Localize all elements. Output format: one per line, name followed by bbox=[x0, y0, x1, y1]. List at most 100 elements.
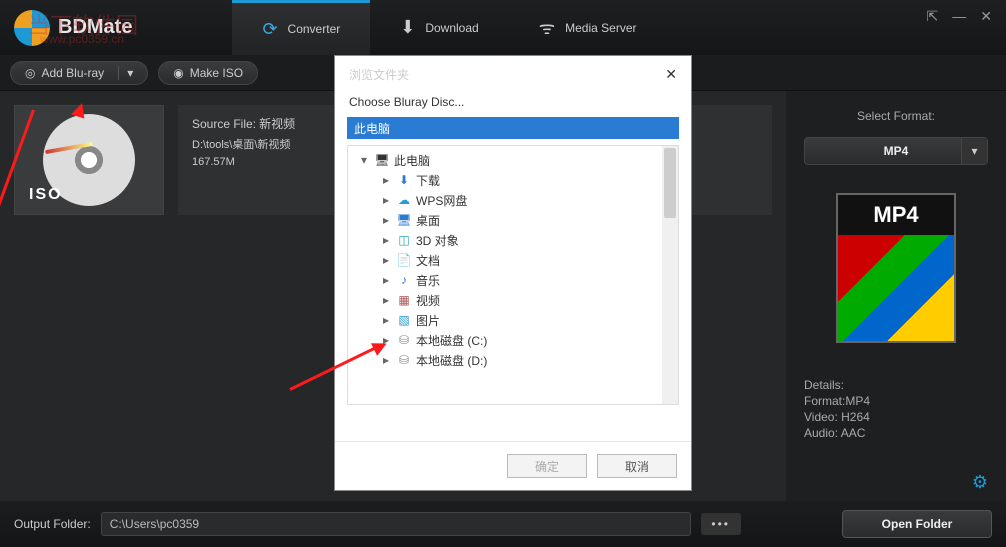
expand-icon[interactable]: ▸ bbox=[380, 273, 392, 287]
tab-converter[interactable]: ⟳ Converter bbox=[232, 0, 370, 55]
iso-icon: ◉ bbox=[173, 66, 183, 80]
dialog-close-icon[interactable]: ✕ bbox=[665, 66, 677, 83]
folder-tree[interactable]: ▾🖥此电脑▸⬇下载▸☁WPS网盘▸🖥桌面▸◫3D 对象▸📄文档▸♪音乐▸▦视频▸… bbox=[347, 145, 679, 405]
tree-node-label: WPS网盘 bbox=[416, 192, 467, 209]
folder-icon: ◫ bbox=[396, 232, 412, 248]
expand-icon[interactable]: ▸ bbox=[380, 333, 392, 347]
browse-button[interactable]: ••• bbox=[701, 513, 741, 535]
tree-node[interactable]: ▸ ⬇下载 bbox=[350, 170, 676, 190]
output-folder-label: Output Folder: bbox=[14, 517, 91, 531]
make-iso-button[interactable]: ◉ Make ISO bbox=[158, 61, 258, 85]
tree-node[interactable]: ▸ ⛁本地磁盘 (C:) bbox=[350, 330, 676, 350]
format-details: Details: Format:MP4 Video: H264 Audio: A… bbox=[804, 377, 870, 441]
output-folder-input[interactable] bbox=[101, 512, 691, 536]
logo-icon bbox=[14, 10, 50, 46]
folder-icon: ⛁ bbox=[396, 332, 412, 348]
add-bluray-button[interactable]: ◎ Add Blu-ray ▾ bbox=[10, 61, 148, 85]
tree-node[interactable]: ▸ ♪音乐 bbox=[350, 270, 676, 290]
wifi-icon: ᯤ bbox=[539, 16, 555, 40]
dialog-path-input[interactable] bbox=[347, 117, 679, 139]
expand-icon[interactable]: ▸ bbox=[380, 353, 392, 367]
expand-icon[interactable]: ▾ bbox=[358, 153, 370, 167]
tree-node[interactable]: ▸ ▧图片 bbox=[350, 310, 676, 330]
tree-node-label: 桌面 bbox=[416, 212, 440, 229]
dialog-title: 浏览文件夹 bbox=[349, 66, 409, 83]
popout-icon[interactable]: ⇱ bbox=[927, 8, 939, 25]
refresh-icon: ⟳ bbox=[262, 19, 277, 40]
tab-download[interactable]: ⬇ Download bbox=[370, 0, 508, 55]
tree-node[interactable]: ▸ ⛁本地磁盘 (D:) bbox=[350, 350, 676, 370]
expand-icon[interactable]: ▸ bbox=[380, 173, 392, 187]
footer-bar: Output Folder: ••• Open Folder bbox=[0, 501, 1006, 547]
folder-icon: ☁ bbox=[396, 192, 412, 208]
details-format: Format:MP4 bbox=[804, 393, 870, 409]
folder-icon: ⬇ bbox=[396, 172, 412, 188]
tree-node[interactable]: ▸ ▦视频 bbox=[350, 290, 676, 310]
expand-icon[interactable]: ▸ bbox=[380, 253, 392, 267]
expand-icon[interactable]: ▸ bbox=[380, 293, 392, 307]
close-icon[interactable]: ✕ bbox=[980, 8, 992, 25]
window-controls: ⇱ — ✕ bbox=[927, 8, 992, 25]
tree-node[interactable]: ▸ 🖥桌面 bbox=[350, 210, 676, 230]
tree-node[interactable]: ▾ 🖥此电脑 bbox=[350, 150, 676, 170]
source-thumbnail[interactable]: ISO bbox=[14, 105, 164, 215]
folder-icon: ⛁ bbox=[396, 352, 412, 368]
dialog-ok-button[interactable]: 确定 bbox=[507, 454, 587, 478]
format-sidebar: Select Format: MP4 ▾ MP4 Details: Format… bbox=[786, 91, 1006, 501]
chevron-down-icon: ▾ bbox=[961, 138, 987, 164]
tree-node-label: 此电脑 bbox=[394, 152, 430, 169]
format-dropdown[interactable]: MP4 ▾ bbox=[804, 137, 988, 165]
folder-icon: ♪ bbox=[396, 272, 412, 288]
expand-icon[interactable]: ▸ bbox=[380, 193, 392, 207]
expand-icon[interactable]: ▸ bbox=[380, 313, 392, 327]
minimize-icon[interactable]: — bbox=[952, 8, 966, 25]
details-title: Details: bbox=[804, 377, 870, 393]
format-preview: MP4 bbox=[836, 193, 956, 343]
scrollbar-track[interactable] bbox=[662, 146, 678, 404]
folder-icon: 🖥 bbox=[374, 152, 390, 168]
expand-icon[interactable]: ▸ bbox=[380, 213, 392, 227]
format-preview-image bbox=[838, 235, 954, 341]
tree-node-label: 3D 对象 bbox=[416, 232, 459, 249]
button-label: Add Blu-ray bbox=[41, 66, 104, 80]
folder-icon: 📄 bbox=[396, 252, 412, 268]
app-title: BDMate bbox=[58, 16, 132, 39]
select-format-label: Select Format: bbox=[857, 109, 935, 123]
tree-node-label: 图片 bbox=[416, 312, 440, 329]
folder-icon: ▦ bbox=[396, 292, 412, 308]
expand-icon[interactable]: ▸ bbox=[380, 233, 392, 247]
tree-node-label: 文档 bbox=[416, 252, 440, 269]
main-tabs: ⟳ Converter ⬇ Download ᯤ Media Server bbox=[232, 0, 666, 55]
scrollbar-thumb[interactable] bbox=[664, 148, 676, 218]
folder-icon: 🖥 bbox=[396, 212, 412, 228]
iso-badge: ISO bbox=[29, 186, 63, 204]
disc-icon: ◎ bbox=[25, 66, 35, 80]
browse-folder-dialog: 浏览文件夹 ✕ Choose Bluray Disc... ▾🖥此电脑▸⬇下载▸… bbox=[334, 55, 692, 491]
folder-icon: ▧ bbox=[396, 312, 412, 328]
dialog-cancel-button[interactable]: 取消 bbox=[597, 454, 677, 478]
tab-label: Media Server bbox=[565, 21, 636, 35]
tab-label: Download bbox=[425, 21, 478, 35]
tree-node-label: 视频 bbox=[416, 292, 440, 309]
details-audio: Audio: AAC bbox=[804, 425, 870, 441]
button-label: Make ISO bbox=[190, 66, 243, 80]
tree-node[interactable]: ▸ 📄文档 bbox=[350, 250, 676, 270]
format-preview-label: MP4 bbox=[838, 195, 954, 235]
app-logo: BDMate bbox=[14, 10, 132, 46]
tab-media-server[interactable]: ᯤ Media Server bbox=[509, 0, 667, 55]
dialog-subtitle: Choose Bluray Disc... bbox=[335, 83, 691, 117]
tree-node-label: 下载 bbox=[416, 172, 440, 189]
header-bar: BDMate ⟳ Converter ⬇ Download ᯤ Media Se… bbox=[0, 0, 1006, 55]
details-video: Video: H264 bbox=[804, 409, 870, 425]
tree-node[interactable]: ▸ ☁WPS网盘 bbox=[350, 190, 676, 210]
chevron-down-icon[interactable]: ▾ bbox=[118, 66, 133, 80]
format-value: MP4 bbox=[884, 144, 909, 158]
tab-label: Converter bbox=[288, 22, 341, 36]
download-icon: ⬇ bbox=[400, 17, 415, 38]
tree-node-label: 音乐 bbox=[416, 272, 440, 289]
settings-gear-icon[interactable]: ⚙ bbox=[972, 472, 988, 493]
tree-node[interactable]: ▸ ◫3D 对象 bbox=[350, 230, 676, 250]
tree-node-label: 本地磁盘 (C:) bbox=[416, 332, 487, 349]
open-folder-button[interactable]: Open Folder bbox=[842, 510, 992, 538]
tree-node-label: 本地磁盘 (D:) bbox=[416, 352, 487, 369]
